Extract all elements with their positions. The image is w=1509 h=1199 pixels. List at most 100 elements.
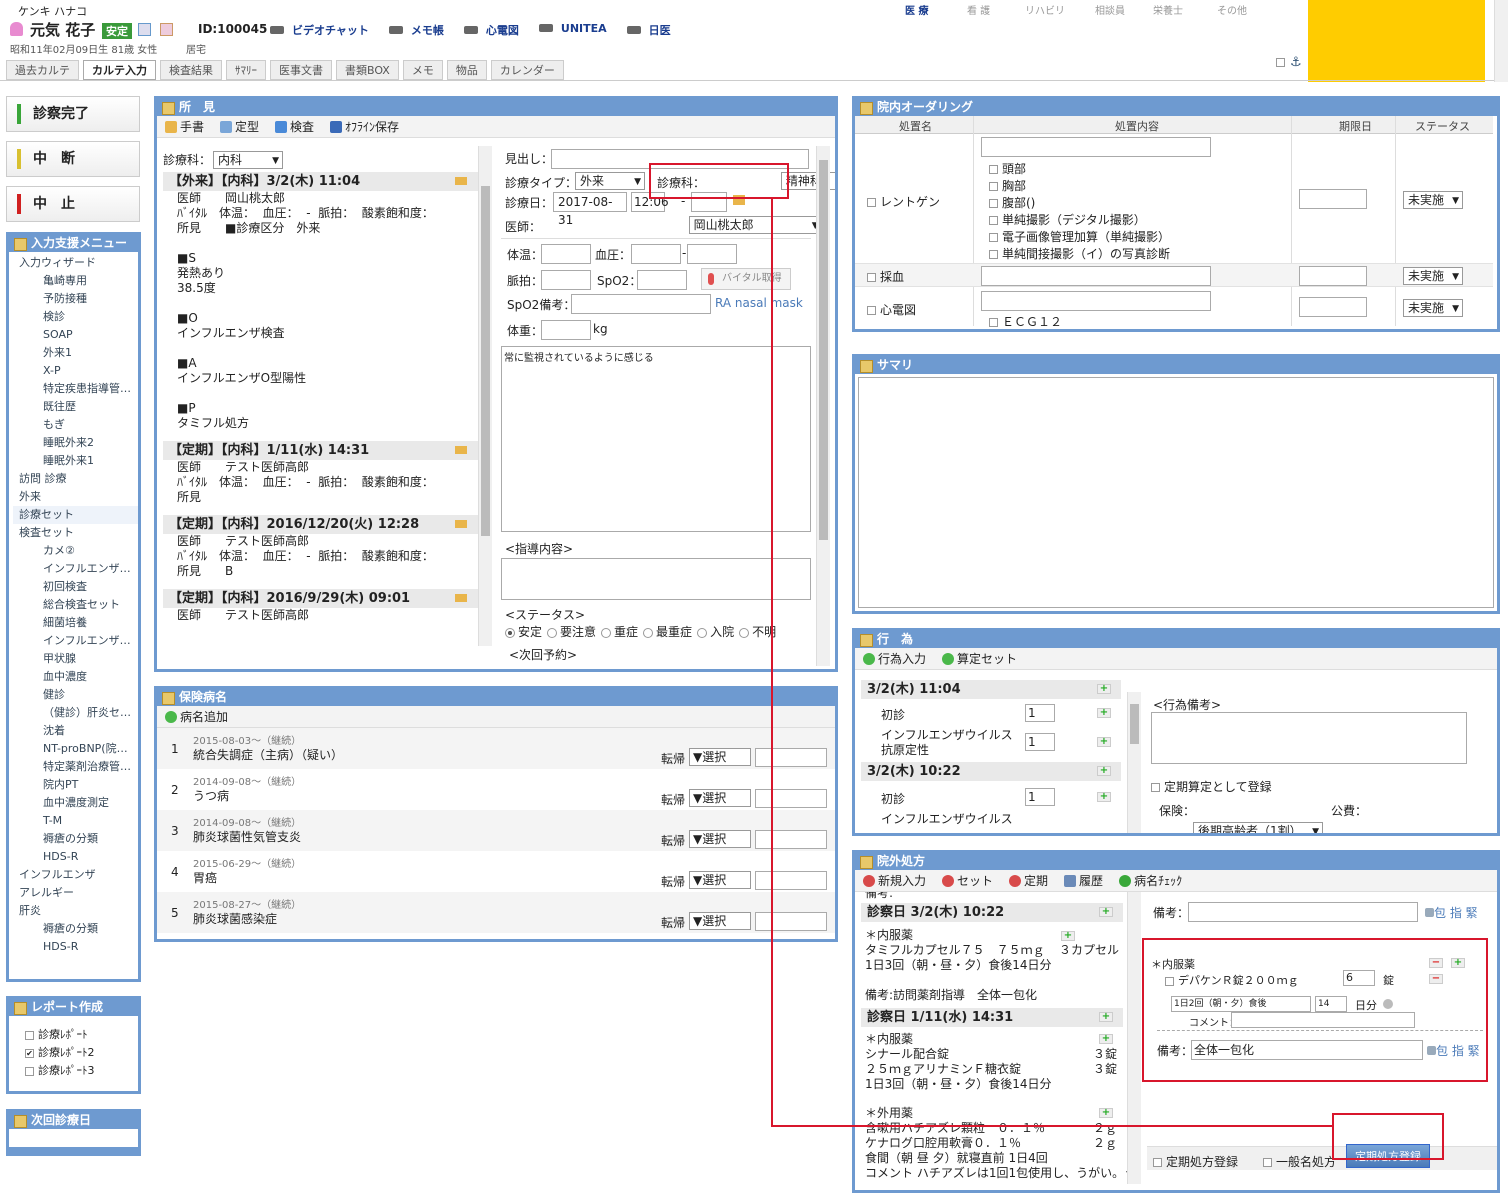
xray-name[interactable]: レントゲン (867, 193, 940, 210)
rx-kind-add[interactable]: + (1099, 1108, 1113, 1118)
tab-medical-docs[interactable]: 医事文書 (270, 60, 332, 80)
tab-test-results[interactable]: 検査結果 (160, 60, 222, 80)
findings-textarea[interactable]: 常に監視されているように感じる (501, 346, 811, 532)
xray-option[interactable]: 頭部 (989, 161, 1170, 178)
tab-past-chart[interactable]: 過去カルテ (6, 60, 79, 80)
role-tab-medical[interactable]: 医 療 (905, 2, 967, 17)
test-button[interactable]: 検査 (275, 118, 314, 135)
tab-memo[interactable]: メモ (402, 60, 443, 80)
header-link-memo[interactable]: メモ帳 (388, 22, 444, 38)
status-radio[interactable]: 最重症 (643, 623, 692, 640)
assist-menu-item[interactable]: 褥瘡の分類 (13, 920, 138, 938)
ecg-content-input[interactable] (981, 291, 1211, 311)
page-scrollbar[interactable] (1494, 0, 1508, 82)
guidance-textarea[interactable] (501, 558, 811, 600)
bp-high-input[interactable] (631, 244, 681, 264)
role-tab-dietitian[interactable]: 栄養士 (1153, 2, 1217, 17)
form-scrollbar[interactable] (816, 146, 830, 666)
rx-new-button[interactable]: 新規入力 (863, 872, 926, 889)
spo2-note-input[interactable] (571, 294, 711, 314)
rx-remark-input[interactable] (1188, 902, 1418, 922)
next-visit-input[interactable] (9, 1129, 138, 1147)
spo2-input[interactable] (637, 270, 687, 290)
assist-menu-item[interactable]: SOAP (13, 326, 138, 344)
edit-icon[interactable] (455, 520, 467, 528)
rx-regular-button[interactable]: 定期 (1009, 872, 1048, 889)
report-item-1[interactable]: 診療ﾚﾎﾟｰﾄ (25, 1026, 138, 1044)
tab-summary[interactable]: ｻﾏﾘｰ (226, 60, 266, 80)
assist-menu-item[interactable]: 健診 (13, 686, 138, 704)
xray-deadline-input[interactable] (1299, 189, 1367, 209)
act-add[interactable]: + (1097, 792, 1111, 802)
add-disease-button[interactable]: 病名追加 (165, 708, 228, 725)
assist-menu-item[interactable]: 診療セット (13, 506, 138, 524)
act-add[interactable]: + (1097, 737, 1111, 747)
assist-menu-item[interactable]: 特定薬剤治療管… (13, 758, 138, 776)
exam-complete-button[interactable]: 診察完了 (6, 96, 140, 132)
summary-textarea[interactable] (858, 377, 1494, 608)
rx-set-button[interactable]: セット (942, 872, 993, 889)
assist-menu-item[interactable]: インフルエンザ… (13, 560, 138, 578)
vital-fetch-button[interactable]: バイタル取得 (701, 268, 791, 290)
ecg-status-select[interactable]: 未実施 (1403, 299, 1463, 317)
blood-status-select[interactable]: 未実施 (1403, 267, 1463, 285)
tenki-select[interactable]: ▼選択 (689, 789, 751, 807)
status-radio[interactable]: 入院 (697, 623, 734, 640)
role-tab-nursing[interactable]: 看 護 (967, 2, 1025, 17)
act-note-textarea[interactable] (1151, 712, 1467, 764)
assist-menu-item[interactable]: 訪問 診療 (13, 470, 138, 488)
assist-menu-item[interactable]: 特定疾患指導管… (13, 380, 138, 398)
xray-option[interactable]: 電子画像管理加算（単純撮影） (989, 229, 1170, 246)
assist-menu-item[interactable]: 血中濃度 (13, 668, 138, 686)
rx-date-1-add[interactable]: + (1099, 907, 1113, 917)
act-add[interactable]: + (1097, 708, 1111, 718)
assist-menu-item[interactable]: 既往歴 (13, 398, 138, 416)
ecg-name[interactable]: 心電図 (867, 301, 916, 318)
assist-menu-item[interactable]: 血中濃度測定 (13, 794, 138, 812)
rx-kind-add[interactable]: + (1099, 1034, 1113, 1044)
xray-option[interactable]: 単純撮影（デジタル撮影） (989, 212, 1170, 229)
tab-chart-input[interactable]: カルテ入力 (83, 60, 156, 80)
assist-menu-item[interactable]: 予防接種 (13, 290, 138, 308)
assist-menu-item[interactable]: 亀崎専用 (13, 272, 138, 290)
status-radio[interactable]: 要注意 (547, 623, 596, 640)
assist-menu-item[interactable]: NT-proBNP(院… (13, 740, 138, 758)
assist-menu-item[interactable]: T-M (13, 812, 138, 830)
act-group-1-add[interactable]: + (1097, 684, 1111, 694)
history-scrollbar[interactable] (478, 146, 492, 646)
tenki-select[interactable]: ▼選択 (689, 830, 751, 848)
tenki-select[interactable]: ▼選択 (689, 871, 751, 889)
edit-icon[interactable] (455, 177, 467, 185)
template-button[interactable]: 定型 (220, 118, 259, 135)
role-tab-other[interactable]: その他 (1217, 2, 1267, 17)
card-icon[interactable] (138, 23, 151, 36)
cancel-button[interactable]: 中 止 (6, 186, 140, 222)
header-link-video[interactable]: ビデオチャット (270, 22, 369, 38)
tenki-date-input[interactable] (755, 748, 827, 767)
edit-icon[interactable] (455, 446, 467, 454)
assist-menu-item[interactable]: インフルエンザ… (13, 632, 138, 650)
status-radio[interactable]: 安定 (505, 623, 542, 640)
tenki-date-input[interactable] (755, 912, 827, 931)
blood-content-input[interactable] (981, 266, 1211, 286)
rx-regular-checkbox[interactable]: 定期処方登録 (1153, 1153, 1238, 1170)
tab-goods[interactable]: 物品 (446, 60, 487, 80)
tab-doc-box[interactable]: 書類BOX (336, 60, 399, 80)
header-link-unitea[interactable]: UNITEA (538, 22, 607, 38)
tenki-date-input[interactable] (755, 830, 827, 849)
assist-menu-item[interactable]: HDS-R (13, 938, 138, 956)
acts-scrollbar[interactable] (1127, 692, 1141, 833)
act-group-2-add[interactable]: + (1097, 766, 1111, 776)
assist-menu-item[interactable]: X-P (13, 362, 138, 380)
rx-scrollbar[interactable] (1127, 892, 1141, 1184)
assist-menu-item[interactable]: カメ② (13, 542, 138, 560)
header-link-nichii[interactable]: 日医 (626, 22, 671, 38)
assist-menu-item[interactable]: 院内PT (13, 776, 138, 794)
rx-history-button[interactable]: 履歴 (1064, 872, 1103, 889)
role-tab-counselor[interactable]: 相談員 (1095, 2, 1153, 17)
rx-date-2-add[interactable]: + (1099, 1012, 1113, 1022)
header-link-ecg[interactable]: 心電図 (463, 22, 519, 38)
assist-menu-item[interactable]: 検診 (13, 308, 138, 326)
act-qty-input[interactable]: 1 (1025, 704, 1055, 722)
act-qty-input[interactable]: 1 (1025, 788, 1055, 806)
